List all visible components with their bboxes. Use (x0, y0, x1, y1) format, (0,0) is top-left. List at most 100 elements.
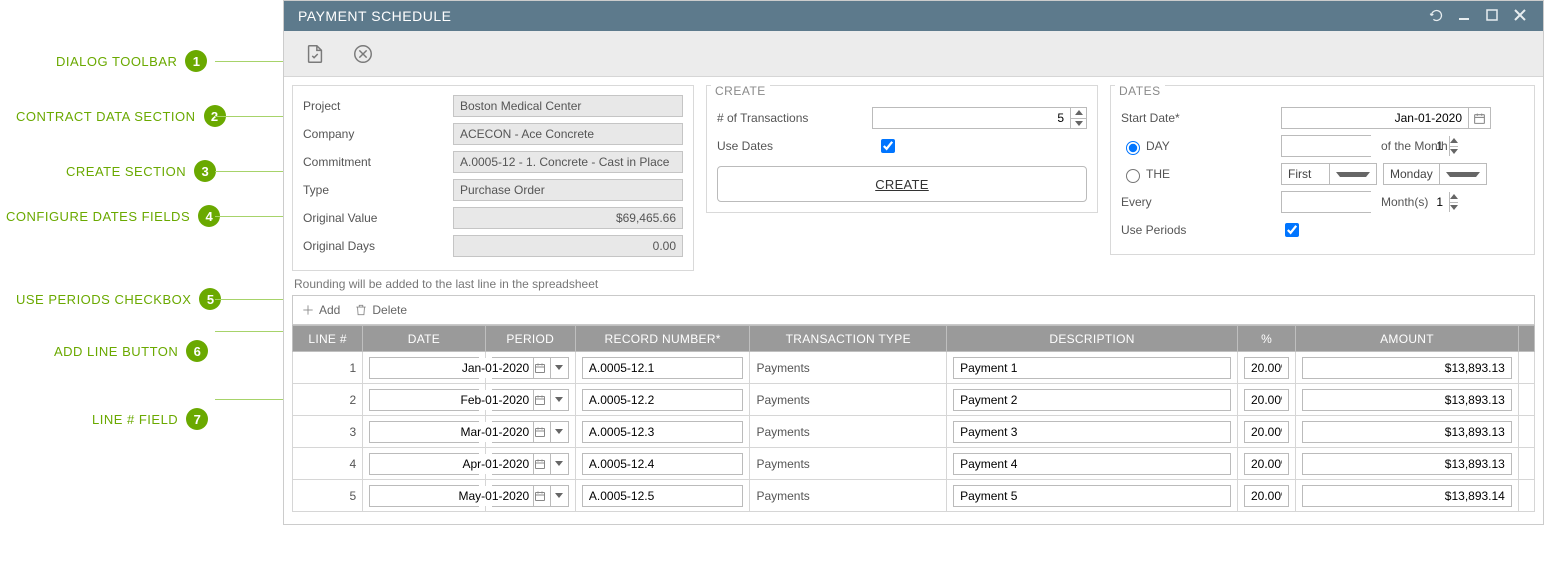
table-row: 1 Payments (293, 352, 1535, 384)
num-tx-spinner[interactable] (872, 107, 1087, 129)
percent-input[interactable] (1244, 421, 1289, 443)
project-value: Boston Medical Center (453, 95, 683, 117)
every-label: Every (1121, 195, 1281, 209)
line-number: 3 (293, 416, 363, 448)
amount-input[interactable] (1302, 389, 1512, 411)
calendar-icon[interactable] (533, 422, 546, 442)
company-label: Company (303, 127, 453, 141)
chevron-down-icon[interactable] (550, 390, 568, 410)
origval-value: $69,465.66 (453, 207, 683, 229)
date-input[interactable] (370, 358, 533, 378)
description-input[interactable] (953, 421, 1231, 443)
calendar-icon[interactable] (533, 486, 546, 506)
num-tx-input[interactable] (873, 108, 1070, 128)
amount-input[interactable] (1302, 421, 1512, 443)
every-suffix: Month(s) (1381, 195, 1428, 209)
record-input[interactable] (582, 453, 744, 475)
annotation-3: CREATE SECTION 3 (66, 160, 216, 182)
chevron-down-icon[interactable] (550, 454, 568, 474)
calendar-icon[interactable] (1468, 108, 1490, 128)
the-radio-wrap[interactable]: THE (1121, 166, 1281, 183)
annotation-6-label: ADD LINE BUTTON (54, 344, 178, 359)
calendar-icon[interactable] (533, 358, 546, 378)
chevron-down-icon[interactable] (550, 358, 568, 378)
table-header: LINE # DATE PERIOD RECORD NUMBER* TRANSA… (293, 326, 1535, 352)
calendar-icon[interactable] (533, 390, 546, 410)
date-input[interactable] (370, 454, 533, 474)
date-input[interactable] (370, 390, 533, 410)
day-suffix: of the Month (1381, 139, 1448, 153)
calendar-icon[interactable] (533, 454, 546, 474)
type-label: Type (303, 183, 453, 197)
percent-input[interactable] (1244, 453, 1289, 475)
minimize-icon[interactable] (1455, 6, 1473, 24)
every-spinner[interactable] (1281, 191, 1371, 213)
dow-value: Monday (1384, 167, 1439, 181)
chevron-down-icon[interactable] (1439, 164, 1486, 184)
use-dates-checkbox[interactable] (881, 139, 895, 153)
record-input[interactable] (582, 357, 744, 379)
start-date-input[interactable] (1282, 108, 1468, 128)
create-legend: CREATE (711, 84, 770, 98)
col-type: TRANSACTION TYPE (750, 326, 947, 352)
col-date: DATE (363, 326, 485, 352)
percent-input[interactable] (1244, 389, 1289, 411)
spin-up-icon[interactable] (1071, 108, 1086, 119)
record-input[interactable] (582, 485, 744, 507)
date-input[interactable] (370, 486, 533, 506)
start-date-field[interactable] (1281, 107, 1491, 129)
chevron-down-icon[interactable] (550, 422, 568, 442)
date-cell[interactable] (369, 389, 478, 411)
percent-input[interactable] (1244, 357, 1289, 379)
use-periods-checkbox[interactable] (1285, 223, 1299, 237)
date-cell[interactable] (369, 485, 478, 507)
ordinal-select[interactable]: First (1281, 163, 1377, 185)
scroll-gutter (1518, 352, 1534, 384)
description-input[interactable] (953, 389, 1231, 411)
amount-input[interactable] (1302, 357, 1512, 379)
spin-up-icon[interactable] (1450, 136, 1458, 147)
annotation-line (215, 399, 293, 400)
date-cell[interactable] (369, 421, 478, 443)
record-input[interactable] (582, 421, 744, 443)
chevron-down-icon[interactable] (550, 486, 568, 506)
day-radio[interactable] (1126, 141, 1140, 155)
use-periods-label: Use Periods (1121, 223, 1281, 237)
rounding-note: Rounding will be added to the last line … (294, 277, 1533, 291)
company-value: ACECON - Ace Concrete (453, 123, 683, 145)
chevron-down-icon[interactable] (1329, 164, 1377, 184)
description-input[interactable] (953, 357, 1231, 379)
close-icon[interactable] (1511, 6, 1529, 24)
date-cell[interactable] (369, 453, 478, 475)
scroll-gutter (1518, 448, 1534, 480)
spin-up-icon[interactable] (1450, 192, 1458, 203)
dow-select[interactable]: Monday (1383, 163, 1487, 185)
annotation-4: CONFIGURE DATES FIELDS 4 (6, 205, 220, 227)
delete-line-button[interactable]: Delete (354, 303, 407, 317)
spin-down-icon[interactable] (1450, 147, 1458, 157)
spin-down-icon[interactable] (1450, 203, 1458, 213)
refresh-icon[interactable] (1427, 6, 1445, 24)
percent-input[interactable] (1244, 485, 1289, 507)
cancel-icon[interactable] (348, 39, 378, 69)
transaction-type: Payments (750, 352, 947, 384)
annotation-1: DIALOG TOOLBAR 1 (56, 50, 207, 72)
description-input[interactable] (953, 453, 1231, 475)
add-line-button[interactable]: Add (301, 303, 340, 317)
annotation-5-label: USE PERIODS CHECKBOX (16, 292, 191, 307)
create-button[interactable]: CREATE (717, 166, 1087, 202)
date-cell[interactable] (369, 357, 478, 379)
the-radio[interactable] (1126, 169, 1140, 183)
amount-input[interactable] (1302, 485, 1512, 507)
annotation-7: LINE # FIELD 7 (92, 408, 208, 430)
day-radio-wrap[interactable]: DAY (1121, 138, 1281, 155)
date-input[interactable] (370, 422, 533, 442)
day-spinner[interactable] (1281, 135, 1371, 157)
description-input[interactable] (953, 485, 1231, 507)
save-icon[interactable] (300, 39, 330, 69)
maximize-icon[interactable] (1483, 6, 1501, 24)
create-section: CREATE # of Transactions Use Dates (706, 85, 1098, 213)
amount-input[interactable] (1302, 453, 1512, 475)
spin-down-icon[interactable] (1071, 119, 1086, 129)
record-input[interactable] (582, 389, 744, 411)
